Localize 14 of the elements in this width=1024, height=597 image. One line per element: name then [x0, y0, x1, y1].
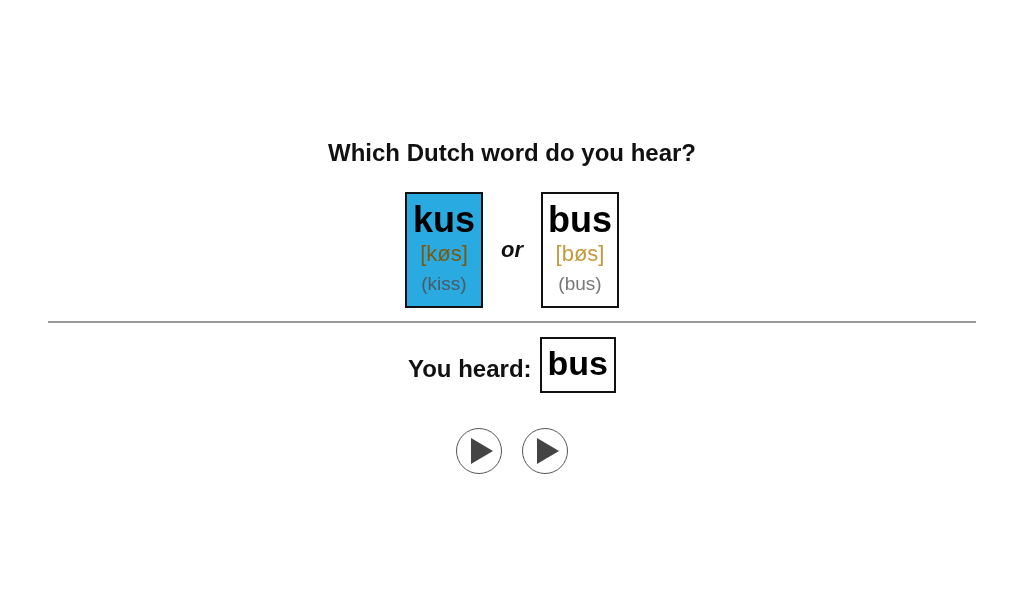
answer-label: You heard:	[408, 355, 532, 383]
answer-word: bus	[539, 337, 616, 393]
translation-text: (bus)	[558, 272, 602, 296]
phonetic-text: [bøs]	[555, 240, 605, 268]
or-text: or	[500, 237, 525, 263]
word-choice-card[interactable]: bus [bøs] (bus)	[541, 192, 619, 308]
phonetic-text: [køs]	[420, 240, 468, 268]
word-choice-card[interactable]: kus [køs] (kiss)	[405, 192, 483, 308]
play-button[interactable]	[455, 427, 503, 475]
question-text: Which Dutch word do you hear?	[328, 138, 696, 168]
choice-word: bus	[548, 201, 612, 239]
choice-word: kus	[412, 201, 475, 239]
translation-text: (kiss)	[421, 272, 467, 296]
play-button[interactable]	[521, 427, 569, 475]
